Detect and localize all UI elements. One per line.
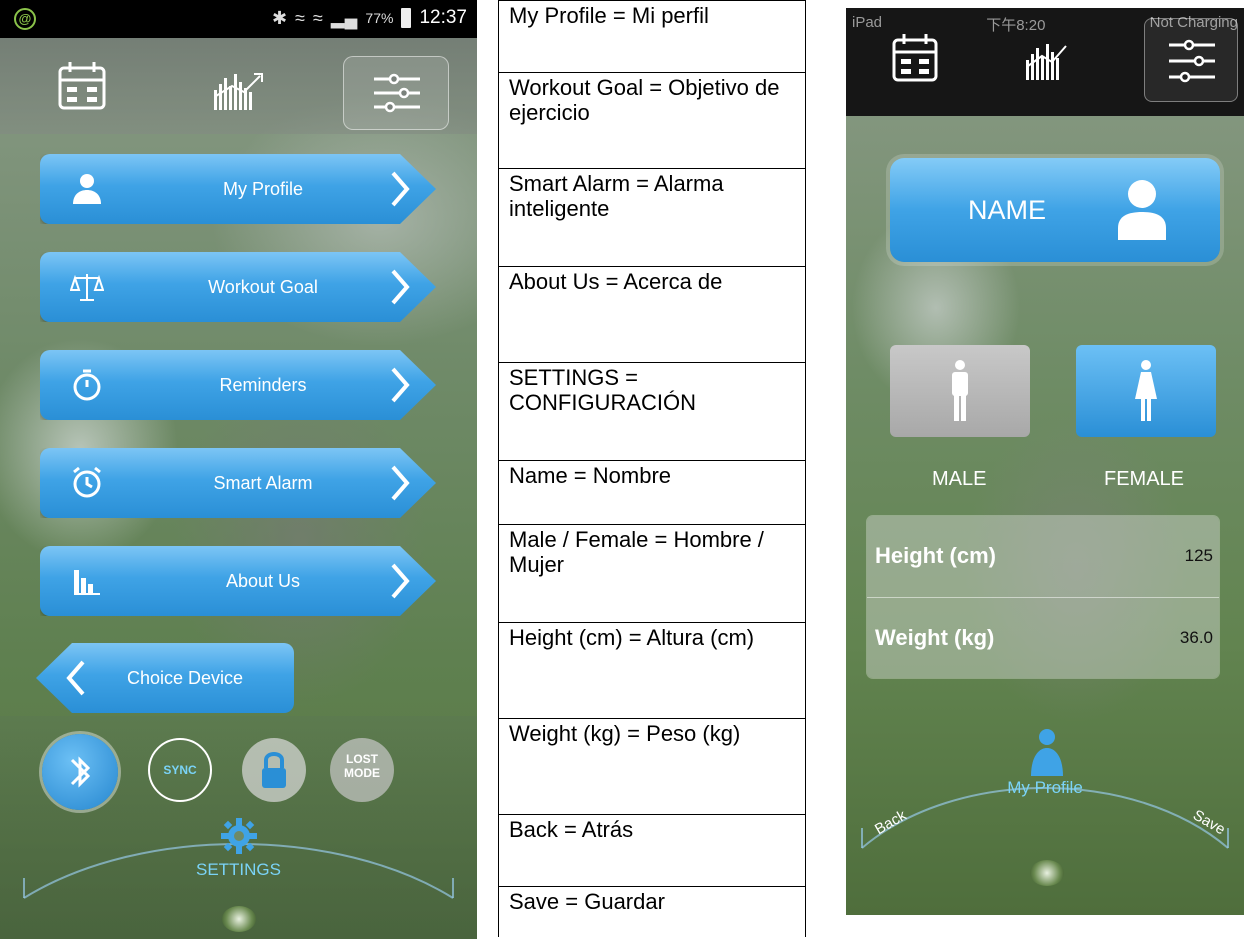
user-icon xyxy=(1118,180,1166,240)
calendar-icon[interactable] xyxy=(52,56,112,116)
lock-icon xyxy=(262,752,286,788)
wifi-icon: ≈ xyxy=(312,7,323,28)
calendar-icon[interactable] xyxy=(890,30,940,84)
alarm-clock-icon xyxy=(73,466,101,498)
brand-logo xyxy=(1030,860,1064,886)
my-profile-button[interactable]: My Profile xyxy=(40,154,436,224)
translation-cell: About Us = Acerca de xyxy=(498,266,806,363)
mute-vibrate-icon: ≈ xyxy=(295,7,305,28)
chevron-right-icon xyxy=(391,367,410,403)
chevron-left-icon xyxy=(66,660,85,696)
translation-cell: Back = Atrás xyxy=(498,814,806,887)
chevron-right-icon xyxy=(391,465,410,501)
stopwatch-icon xyxy=(73,369,101,401)
android-settings-screen: @ ✱ ≈ ≈ ▂▄ 77% 12:37 My Profile Workout … xyxy=(0,0,477,939)
translation-cell: Weight (kg) = Peso (kg) xyxy=(498,718,806,815)
scale-icon xyxy=(70,274,104,301)
sync-button[interactable]: SYNC xyxy=(148,738,212,802)
name-label: NAME xyxy=(968,195,1047,225)
female-label: FEMALE xyxy=(1104,468,1185,490)
female-figure-icon xyxy=(1135,360,1157,421)
translation-cell: Smart Alarm = Alarma inteligente xyxy=(498,168,806,267)
lock-button[interactable] xyxy=(242,738,306,802)
reminders-button[interactable]: Reminders xyxy=(40,350,436,420)
brand-logo xyxy=(222,906,256,932)
translation-cell: SETTINGS = CONFIGURACIÓN xyxy=(498,362,806,461)
top-toolbar: iPad 下午8:20 Not Charging xyxy=(846,8,1244,116)
choice-device-label: Choice Device xyxy=(126,668,244,688)
status-time: 12:37 xyxy=(419,7,467,28)
lost-mode-button[interactable]: LOST MODE xyxy=(330,738,394,802)
gear-icon[interactable] xyxy=(219,816,259,856)
translation-cell: Height (cm) = Altura (cm) xyxy=(498,622,806,719)
menu-label: My Profile xyxy=(222,179,303,199)
settings-tab[interactable] xyxy=(1144,18,1238,102)
sliders-icon xyxy=(374,73,420,113)
weight-row[interactable]: Weight (kg) 36.0 xyxy=(867,598,1219,678)
menu-label: About Us xyxy=(225,571,301,591)
activity-chart-icon[interactable] xyxy=(208,56,268,116)
translation-cell: Save = Guardar xyxy=(498,886,806,937)
name-button[interactable]: NAME xyxy=(890,158,1220,262)
about-us-button[interactable]: About Us xyxy=(40,546,436,616)
profile-person-icon xyxy=(1030,728,1064,776)
signal-icon: ▂▄ xyxy=(330,7,358,28)
menu-label: Smart Alarm xyxy=(213,473,313,493)
workout-goal-button[interactable]: Workout Goal xyxy=(40,252,436,322)
male-figure-icon xyxy=(952,360,968,421)
smart-alarm-button[interactable]: Smart Alarm xyxy=(40,448,436,518)
translation-cell: My Profile = Mi perfil xyxy=(498,0,806,73)
ipad-profile-screen: iPad 下午8:20 Not Charging NAME MALE FEMAL… xyxy=(846,8,1244,915)
menu-label: Reminders xyxy=(219,375,307,395)
battery-icon xyxy=(401,8,412,28)
sliders-icon xyxy=(1169,39,1215,83)
translation-cell: Workout Goal = Objetivo de ejercicio xyxy=(498,72,806,169)
male-button[interactable] xyxy=(890,345,1030,437)
battery-percent: 77% xyxy=(365,10,394,26)
height-label: Height (cm) xyxy=(875,543,996,568)
chevron-right-icon xyxy=(391,269,410,305)
measurements-panel: Height (cm) 125 Weight (kg) 36.0 xyxy=(867,516,1219,678)
chevron-right-icon xyxy=(391,563,410,599)
settings-label: SETTINGS xyxy=(195,860,281,879)
bluetooth-icon xyxy=(70,756,91,788)
translation-table: My Profile = Mi perfil Workout Goal = Ob… xyxy=(498,0,806,937)
person-icon xyxy=(73,174,101,204)
bluetooth-button[interactable] xyxy=(42,734,118,810)
weight-label: Weight (kg) xyxy=(875,625,995,650)
height-row[interactable]: Height (cm) 125 xyxy=(867,516,1219,596)
top-toolbar xyxy=(0,38,477,134)
activity-chart-icon[interactable] xyxy=(1022,30,1072,84)
male-label: MALE xyxy=(932,468,987,490)
notification-app-icon: @ xyxy=(14,8,36,30)
bottom-dock: SYNC LOST MODE SETTINGS xyxy=(0,716,477,939)
screen-title: My Profile xyxy=(1007,778,1083,797)
bluetooth-status-icon: ✱ xyxy=(271,7,288,28)
choice-device-button[interactable]: Choice Device xyxy=(36,643,294,713)
weight-value: 36.0 xyxy=(1179,628,1213,647)
height-value: 125 xyxy=(1184,546,1213,565)
lost-mode-label-line2: MODE xyxy=(344,766,380,780)
female-button[interactable] xyxy=(1076,345,1216,437)
bar-chart-icon xyxy=(74,570,100,595)
translation-cell: Name = Nombre xyxy=(498,460,806,525)
chevron-right-icon xyxy=(391,171,410,207)
android-status-bar: @ ✱ ≈ ≈ ▂▄ 77% 12:37 xyxy=(0,0,477,38)
device-label: iPad xyxy=(852,14,883,31)
translation-cell: Male / Female = Hombre / Mujer xyxy=(498,524,806,623)
menu-label: Workout Goal xyxy=(208,277,318,297)
settings-tab[interactable] xyxy=(343,56,449,130)
bottom-dock: My Profile Back Save xyxy=(846,708,1244,915)
lost-mode-label-line1: LOST xyxy=(346,752,378,766)
